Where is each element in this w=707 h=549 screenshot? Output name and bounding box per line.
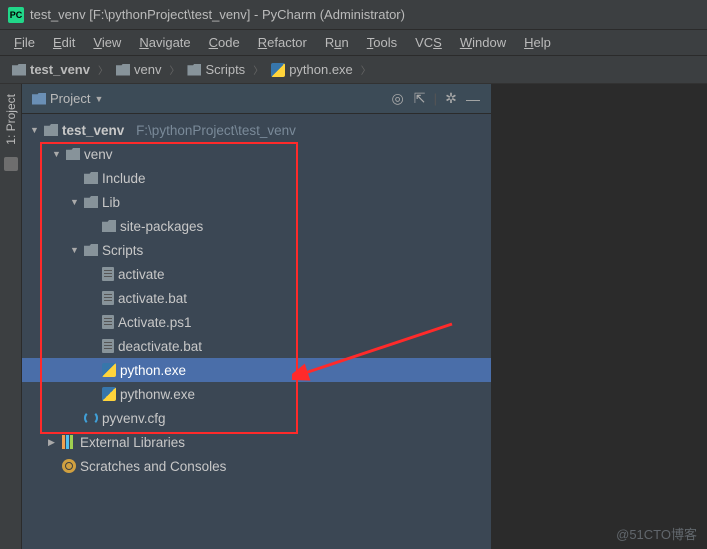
chevron-down-icon: ▼ bbox=[94, 94, 103, 104]
folder-icon bbox=[187, 64, 201, 76]
locate-icon[interactable]: ◎ bbox=[390, 91, 406, 107]
left-gutter: 1: Project bbox=[0, 84, 22, 549]
hide-icon[interactable]: — bbox=[465, 91, 481, 107]
tree-root[interactable]: test_venv F:\pythonProject\test_venv bbox=[22, 118, 491, 142]
folder-icon bbox=[12, 64, 26, 76]
expand-arrow-icon[interactable] bbox=[70, 197, 80, 207]
menu-tools[interactable]: Tools bbox=[359, 33, 405, 52]
expand-arrow-icon[interactable] bbox=[52, 149, 62, 159]
menu-window[interactable]: Window bbox=[452, 33, 514, 52]
project-tree[interactable]: test_venv F:\pythonProject\test_venv ven… bbox=[22, 114, 491, 549]
folder-icon bbox=[84, 172, 98, 184]
folder-icon bbox=[32, 93, 46, 105]
menu-navigate[interactable]: Navigate bbox=[131, 33, 198, 52]
file-icon bbox=[102, 315, 114, 329]
menu-view[interactable]: View bbox=[85, 33, 129, 52]
tree-activate-ps1[interactable]: Activate.ps1 bbox=[22, 310, 491, 334]
window-title: test_venv [F:\pythonProject\test_venv] -… bbox=[30, 7, 405, 22]
gear-icon[interactable]: ✲ bbox=[443, 91, 459, 107]
tree-include[interactable]: Include bbox=[22, 166, 491, 190]
tree-pyvenv-cfg[interactable]: pyvenv.cfg bbox=[22, 406, 491, 430]
menu-refactor[interactable]: Refactor bbox=[250, 33, 315, 52]
python-file-icon bbox=[102, 387, 116, 401]
menu-bar: File Edit View Navigate Code Refactor Ru… bbox=[0, 30, 707, 56]
config-file-icon bbox=[84, 411, 98, 425]
tree-scratches[interactable]: Scratches and Consoles bbox=[22, 454, 491, 478]
menu-run[interactable]: Run bbox=[317, 33, 357, 52]
menu-help[interactable]: Help bbox=[516, 33, 559, 52]
collapse-all-icon[interactable]: ⇱ bbox=[412, 91, 428, 107]
tree-activate-bat[interactable]: activate.bat bbox=[22, 286, 491, 310]
chevron-right-icon: 〉 bbox=[253, 62, 263, 77]
tab-project[interactable]: 1: Project bbox=[2, 90, 20, 149]
breadcrumb-root[interactable]: test_venv bbox=[8, 62, 94, 77]
folder-icon bbox=[102, 220, 116, 232]
tree-external-libraries[interactable]: External Libraries bbox=[22, 430, 491, 454]
tree-pythonw-exe[interactable]: pythonw.exe bbox=[22, 382, 491, 406]
expand-arrow-icon[interactable] bbox=[30, 125, 40, 135]
structure-icon[interactable] bbox=[4, 157, 18, 171]
project-tool-window: Project ▼ ◎ ⇱ | ✲ — test_venv F:\pythonP… bbox=[22, 84, 492, 549]
python-file-icon bbox=[271, 63, 285, 77]
breadcrumb-file[interactable]: python.exe bbox=[267, 62, 357, 77]
file-icon bbox=[102, 339, 114, 353]
project-panel-header: Project ▼ ◎ ⇱ | ✲ — bbox=[22, 84, 491, 114]
folder-icon bbox=[44, 124, 58, 136]
pycharm-logo-icon: PC bbox=[8, 7, 24, 23]
editor-area bbox=[492, 84, 707, 549]
library-icon bbox=[62, 435, 76, 449]
folder-icon bbox=[84, 244, 98, 256]
breadcrumb: test_venv 〉 venv 〉 Scripts 〉 python.exe … bbox=[0, 56, 707, 84]
project-view-selector[interactable]: Project ▼ bbox=[32, 91, 103, 106]
menu-file[interactable]: File bbox=[6, 33, 43, 52]
menu-code[interactable]: Code bbox=[201, 33, 248, 52]
python-file-icon bbox=[102, 363, 116, 377]
expand-arrow-icon[interactable] bbox=[48, 437, 58, 448]
window-titlebar: PC test_venv [F:\pythonProject\test_venv… bbox=[0, 0, 707, 30]
folder-icon bbox=[116, 64, 130, 76]
file-icon bbox=[102, 267, 114, 281]
tree-lib[interactable]: Lib bbox=[22, 190, 491, 214]
menu-edit[interactable]: Edit bbox=[45, 33, 83, 52]
menu-vcs[interactable]: VCS bbox=[407, 33, 450, 52]
scratches-icon bbox=[62, 459, 76, 473]
tree-venv[interactable]: venv bbox=[22, 142, 491, 166]
tree-deactivate-bat[interactable]: deactivate.bat bbox=[22, 334, 491, 358]
tree-sitepackages[interactable]: site-packages bbox=[22, 214, 491, 238]
watermark: @51CTO博客 bbox=[616, 524, 697, 543]
folder-icon bbox=[84, 196, 98, 208]
tree-activate[interactable]: activate bbox=[22, 262, 491, 286]
file-icon bbox=[102, 291, 114, 305]
tree-scripts[interactable]: Scripts bbox=[22, 238, 491, 262]
breadcrumb-scripts[interactable]: Scripts bbox=[183, 62, 249, 77]
breadcrumb-venv[interactable]: venv bbox=[112, 62, 165, 77]
chevron-right-icon: 〉 bbox=[169, 62, 179, 77]
tree-python-exe[interactable]: python.exe bbox=[22, 358, 491, 382]
folder-icon bbox=[66, 148, 80, 160]
chevron-right-icon: 〉 bbox=[98, 62, 108, 77]
chevron-right-icon: 〉 bbox=[361, 62, 371, 77]
expand-arrow-icon[interactable] bbox=[70, 245, 80, 255]
